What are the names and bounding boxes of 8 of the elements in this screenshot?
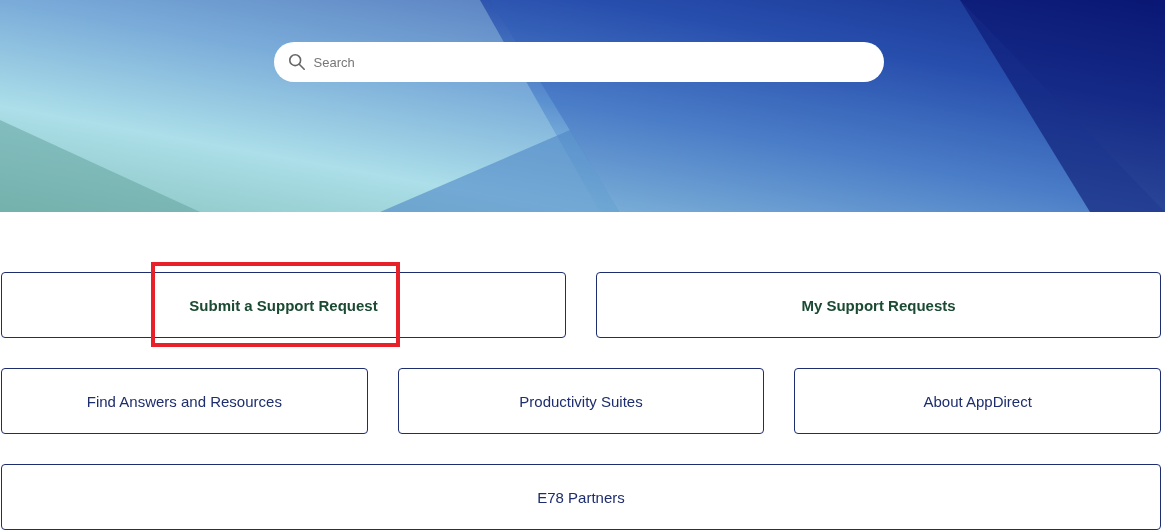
search-field[interactable]: Search [273,42,884,82]
tile-button[interactable]: Submit a Support Request [1,272,566,338]
tile-button[interactable]: Find Answers and Resources [1,368,368,434]
tile-button[interactable]: My Support Requests [596,272,1161,338]
tile-button[interactable]: About AppDirect [794,368,1161,434]
tile-button[interactable]: E78 Partners [1,464,1161,530]
search-icon [287,53,306,71]
tile-button[interactable]: Productivity Suites [397,368,765,434]
